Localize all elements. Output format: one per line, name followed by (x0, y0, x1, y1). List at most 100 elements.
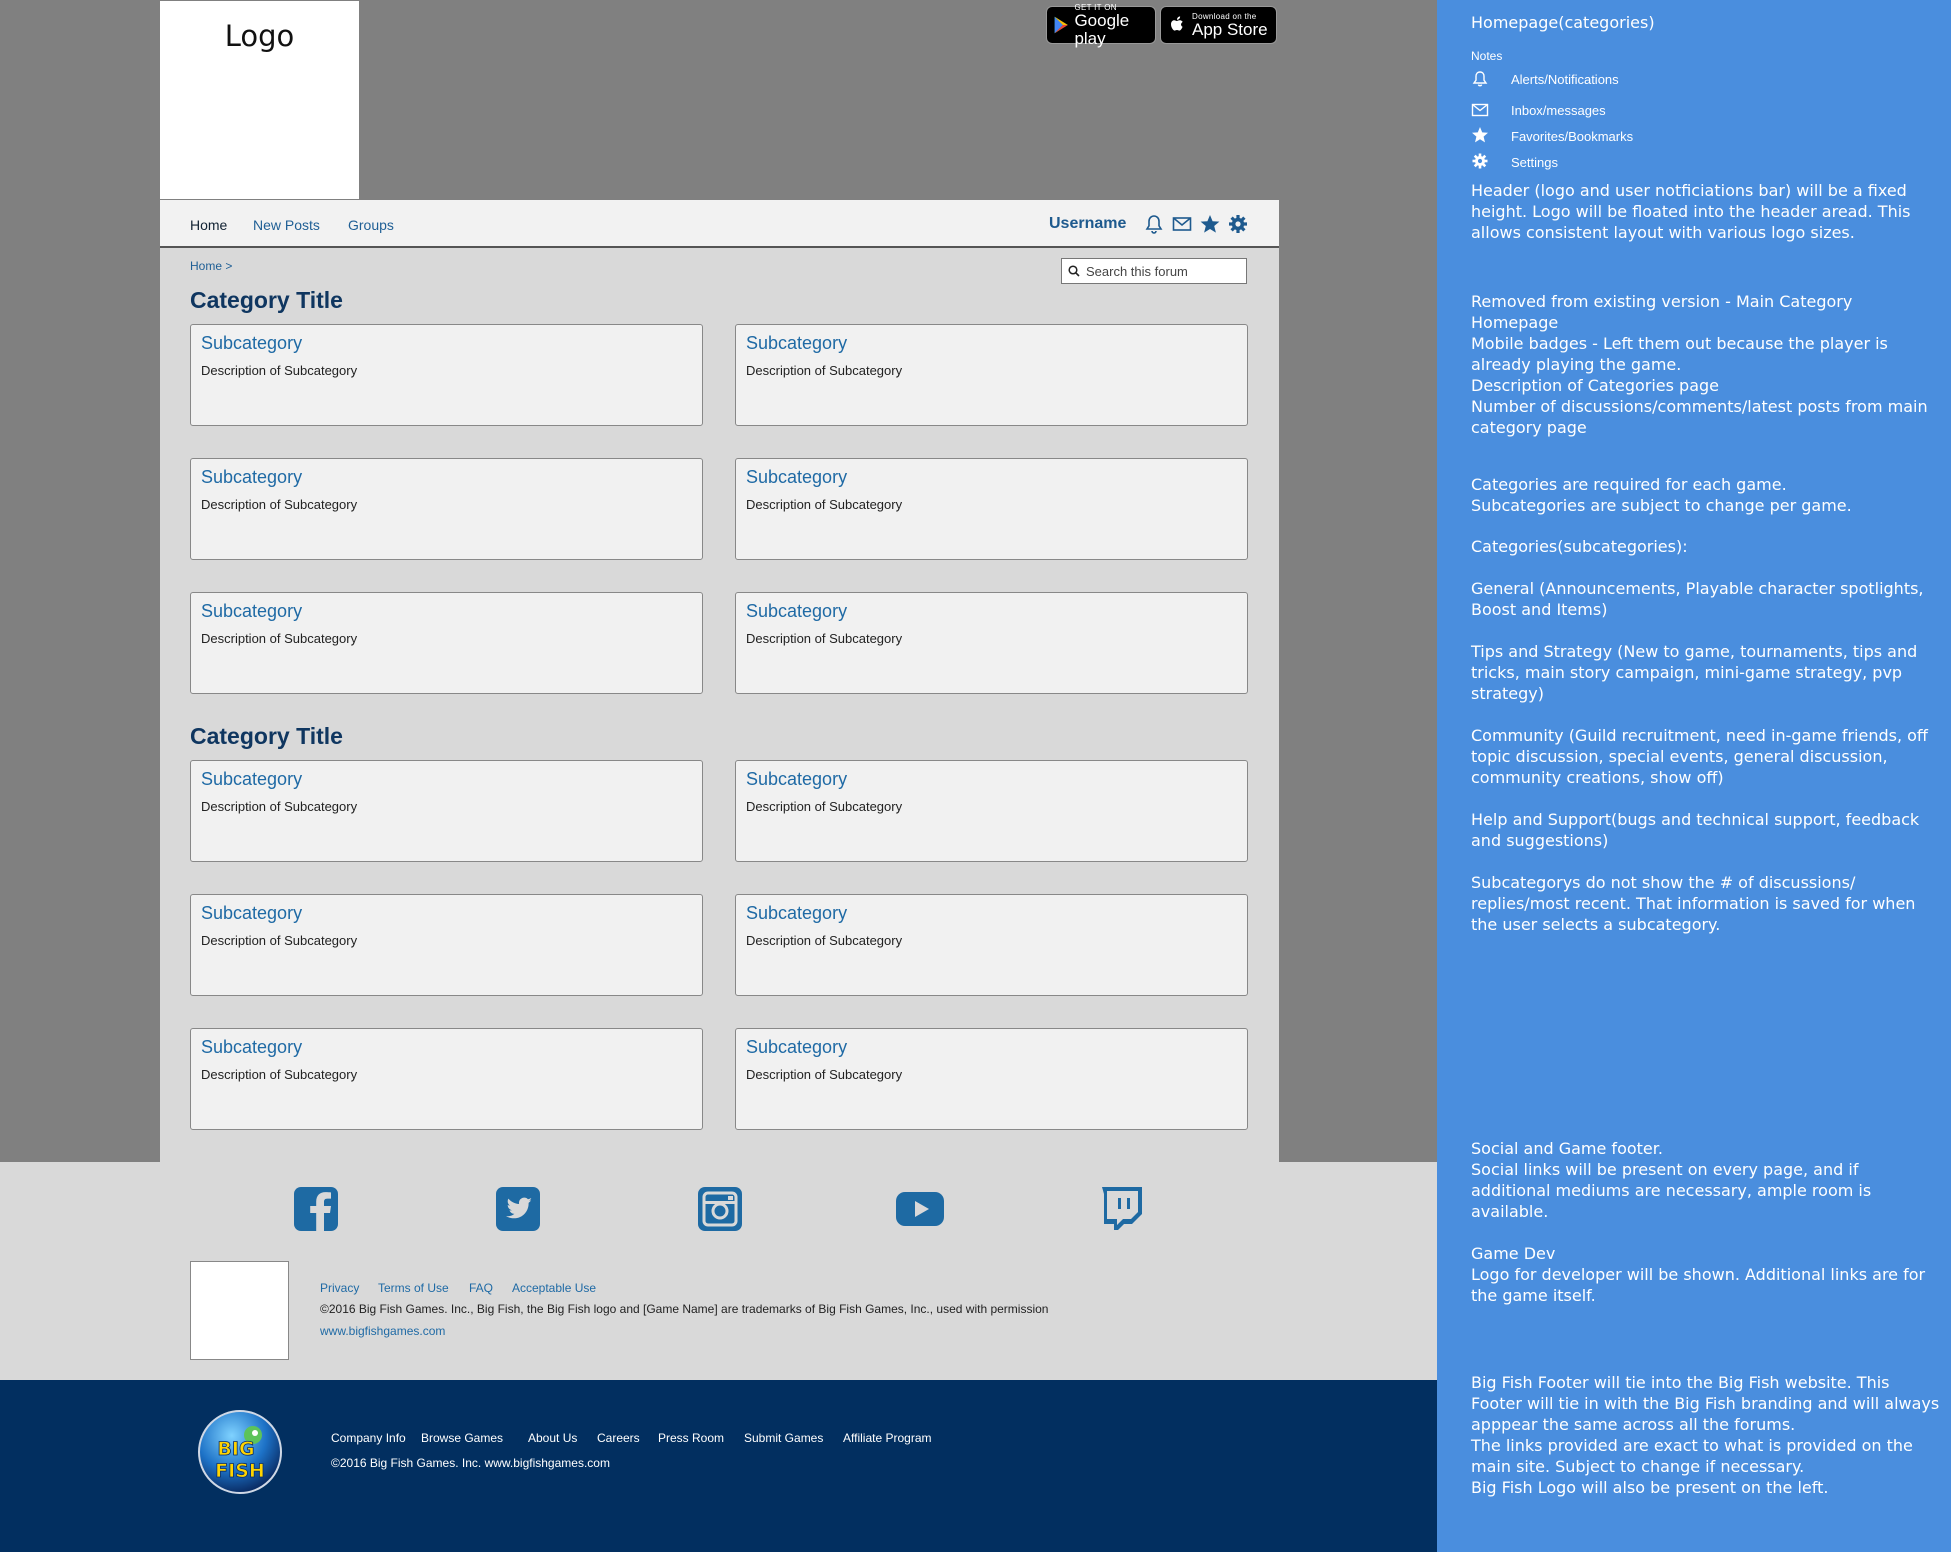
username[interactable]: Username (1049, 215, 1126, 233)
subcategory-title[interactable]: Subcategory (201, 333, 302, 354)
note-categories-heading: Categories(subcategories): (1471, 537, 1688, 556)
subcategory-card[interactable]: Subcategory Description of Subcategory (190, 894, 703, 996)
site-link[interactable]: www.bigfishgames.com (320, 1324, 445, 1338)
legend-alerts: Alerts/Notifications (1511, 72, 1619, 87)
subcategory-description: Description of Subcategory (746, 497, 903, 512)
gear-icon[interactable] (1227, 213, 1249, 235)
notes-label: Notes (1471, 49, 1503, 63)
note-community: Community (Guild recruitment, need in-ga… (1471, 726, 1928, 787)
svg-text:BIG: BIG (217, 1438, 254, 1460)
subcategory-description: Description of Subcategory (746, 799, 903, 814)
twitch-icon[interactable] (1096, 1184, 1146, 1234)
star-icon (1472, 127, 1488, 143)
subcategory-card[interactable]: Subcategory Description of Subcategory (190, 592, 703, 694)
subcategory-card[interactable]: Subcategory Description of Subcategory (735, 894, 1248, 996)
bigfish-logo[interactable]: BIG FISH (193, 1407, 283, 1497)
subcategory-title[interactable]: Subcategory (746, 601, 847, 622)
bf-link-press-room[interactable]: Press Room (658, 1431, 724, 1445)
subcategory-title[interactable]: Subcategory (201, 903, 302, 924)
footer-link-terms[interactable]: Terms of Use (378, 1281, 449, 1295)
subcategory-title[interactable]: Subcategory (201, 769, 302, 790)
subcategory-title[interactable]: Subcategory (201, 601, 302, 622)
bigfish-copyright: ©2016 Big Fish Games. Inc. www.bigfishga… (331, 1456, 610, 1470)
footer-link-faq[interactable]: FAQ (469, 1281, 493, 1295)
google-play-badge[interactable]: GET IT ON Google play (1046, 3, 1156, 47)
breadcrumb[interactable]: Home > (190, 259, 232, 273)
category-title: Category Title (190, 287, 343, 313)
note-game-dev: Game Dev Logo for developer will be show… (1471, 1244, 1926, 1305)
search-icon (1068, 265, 1080, 277)
subcategory-description: Description of Subcategory (201, 363, 358, 378)
bf-link-company-info[interactable]: Company Info (331, 1431, 406, 1445)
search-placeholder: Search this forum (1086, 263, 1188, 279)
subcategory-card[interactable]: Subcategory Description of Subcategory (735, 324, 1248, 426)
nav-home-link[interactable]: Home (190, 217, 227, 233)
subcategory-description: Description of Subcategory (746, 1067, 903, 1082)
subcategory-title[interactable]: Subcategory (746, 903, 847, 924)
bf-link-careers[interactable]: Careers (597, 1431, 640, 1445)
note-tips: Tips and Strategy (New to game, tourname… (1471, 642, 1918, 703)
google-play-big: Google play (1074, 10, 1130, 48)
notes-title: Homepage(categories) (1471, 13, 1655, 32)
subcategory-description: Description of Subcategory (746, 631, 903, 646)
subcategory-description: Description of Subcategory (201, 497, 358, 512)
note-categories-required: Categories are required for each game. S… (1471, 475, 1852, 515)
bell-icon[interactable] (1143, 213, 1165, 235)
nav-bar: Home New Posts Groups Username (160, 200, 1279, 248)
bf-link-submit-games[interactable]: Submit Games (744, 1431, 823, 1445)
nav-groups-link[interactable]: Groups (348, 217, 394, 233)
facebook-icon[interactable] (291, 1184, 341, 1234)
logo-placeholder[interactable]: Logo (160, 1, 359, 199)
twitter-icon[interactable] (493, 1184, 543, 1234)
note-help: Help and Support(bugs and technical supp… (1471, 810, 1920, 850)
subcategory-title[interactable]: Subcategory (746, 1037, 847, 1058)
footer-link-privacy[interactable]: Privacy (320, 1281, 359, 1295)
subcategory-card[interactable]: Subcategory Description of Subcategory (735, 1028, 1248, 1130)
subcategory-description: Description of Subcategory (201, 933, 358, 948)
gear-icon (1472, 153, 1488, 169)
subcategory-card[interactable]: Subcategory Description of Subcategory (190, 760, 703, 862)
forum-content: Home New Posts Groups Username Home > Se… (160, 200, 1279, 1162)
game-copyright: ©2016 Big Fish Games. Inc., Big Fish, th… (320, 1302, 1049, 1316)
youtube-icon[interactable] (895, 1184, 945, 1234)
search-input[interactable]: Search this forum (1061, 258, 1247, 284)
subcategory-description: Description of Subcategory (746, 933, 903, 948)
instagram-icon[interactable] (695, 1184, 745, 1234)
notes-panel: Homepage(categories) Notes Alerts/Notifi… (1437, 0, 1951, 1552)
subcategory-description: Description of Subcategory (746, 363, 903, 378)
category-title: Category Title (190, 723, 343, 749)
subcategory-card[interactable]: Subcategory Description of Subcategory (735, 458, 1248, 560)
bigfish-footer: BIG FISH Company Info Browse Games About… (0, 1380, 1437, 1552)
legend-settings: Settings (1511, 155, 1558, 170)
nav-new-posts-link[interactable]: New Posts (253, 217, 320, 233)
social-game-footer: Privacy Terms of Use FAQ Acceptable Use … (0, 1162, 1437, 1380)
star-icon[interactable] (1199, 213, 1221, 235)
envelope-icon (1471, 103, 1489, 117)
subcategory-title[interactable]: Subcategory (201, 467, 302, 488)
subcategory-title[interactable]: Subcategory (746, 769, 847, 790)
note-general: General (Announcements, Playable charact… (1471, 579, 1924, 619)
note-social-footer: Social and Game footer. Social links wil… (1471, 1139, 1872, 1221)
note-subcategory-counts: Subcategorys do not show the # of discus… (1471, 873, 1916, 934)
subcategory-card[interactable]: Subcategory Description of Subcategory (190, 324, 703, 426)
subcategory-card[interactable]: Subcategory Description of Subcategory (735, 760, 1248, 862)
subcategory-title[interactable]: Subcategory (746, 467, 847, 488)
bell-icon (1472, 71, 1488, 87)
subcategory-title[interactable]: Subcategory (201, 1037, 302, 1058)
subcategory-title[interactable]: Subcategory (746, 333, 847, 354)
subcategory-card[interactable]: Subcategory Description of Subcategory (190, 1028, 703, 1130)
bf-link-affiliate-program[interactable]: Affiliate Program (843, 1431, 931, 1445)
app-store-badge[interactable]: Download on the App Store (1160, 6, 1277, 44)
legend-favorites: Favorites/Bookmarks (1511, 129, 1634, 144)
subcategory-card[interactable]: Subcategory Description of Subcategory (190, 458, 703, 560)
note-header: Header (logo and user notficiations bar)… (1471, 181, 1911, 242)
legend-inbox: Inbox/messages (1511, 103, 1606, 118)
bf-link-about-us[interactable]: About Us (528, 1431, 577, 1445)
apple-icon (1171, 16, 1183, 31)
envelope-icon[interactable] (1171, 213, 1193, 235)
subcategory-description: Description of Subcategory (201, 1067, 358, 1082)
subcategory-card[interactable]: Subcategory Description of Subcategory (735, 592, 1248, 694)
game-dev-logo[interactable] (190, 1261, 289, 1360)
footer-link-acceptable-use[interactable]: Acceptable Use (512, 1281, 596, 1295)
bf-link-browse-games[interactable]: Browse Games (421, 1431, 503, 1445)
